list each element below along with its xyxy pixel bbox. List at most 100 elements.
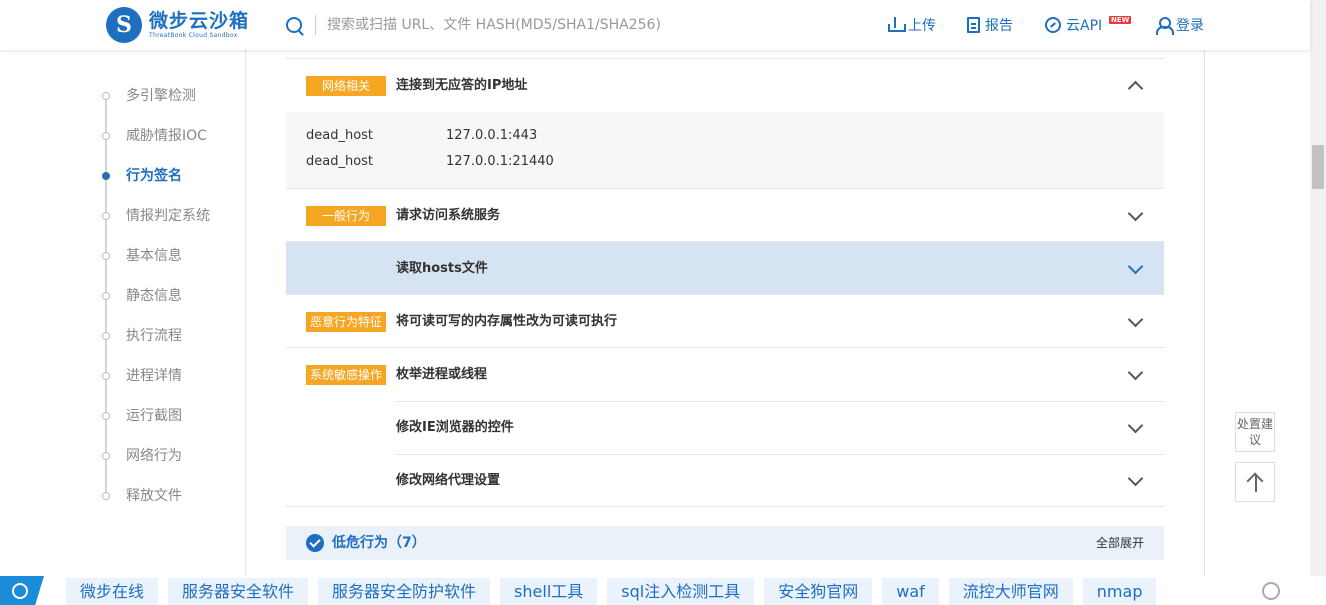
- signature-title: 请求访问系统服务: [396, 208, 501, 223]
- timeline-dot: [102, 252, 110, 260]
- login-link[interactable]: 登录: [1155, 15, 1204, 35]
- scrollbar-thumb[interactable]: [1312, 145, 1324, 189]
- logo-subtitle: ThreatBook Cloud Sandbox: [149, 32, 238, 39]
- report-label: 报告: [985, 18, 1013, 34]
- category-tag: 恶意行为特征: [306, 312, 386, 332]
- advice-button[interactable]: 处置建议: [1235, 412, 1275, 452]
- search-icon[interactable]: [0, 576, 44, 605]
- sidebar-item-intel-verdict[interactable]: 情报判定系统: [96, 196, 210, 236]
- low-risk-section-header[interactable]: 低危行为（7） 全部展开: [286, 526, 1164, 560]
- cloud-api-label: 云API: [1066, 18, 1103, 34]
- signature-row[interactable]: 修改网络代理设置: [286, 454, 1164, 507]
- ad-keyword[interactable]: 服务器安全防护软件: [318, 578, 491, 605]
- chevron-up-icon[interactable]: [1128, 78, 1142, 92]
- api-icon: [1045, 17, 1061, 33]
- sidebar-item-behavior-signature[interactable]: 行为签名: [96, 156, 210, 196]
- sidebar-nav: 多引擎检测 威胁情报IOC 行为签名 情报判定系统 基本信息 静态信息 执行流程…: [96, 76, 210, 516]
- detail-key: dead_host: [306, 128, 374, 143]
- timeline-dot: [102, 132, 110, 140]
- search-divider: [315, 15, 316, 35]
- sidebar-item-dropped-files[interactable]: 释放文件: [96, 476, 210, 516]
- sidebar-item-basic-info[interactable]: 基本信息: [96, 236, 210, 276]
- chevron-down-icon[interactable]: [1128, 314, 1142, 328]
- sidebar-item-threat-ioc[interactable]: 威胁情报IOC: [96, 116, 210, 156]
- ad-keyword[interactable]: 微步在线: [66, 578, 159, 605]
- check-circle-icon: [306, 534, 324, 552]
- category-tag: 网络相关: [306, 76, 386, 96]
- timeline-dot: [102, 412, 110, 420]
- ad-keyword[interactable]: 流控大师官网: [948, 578, 1073, 605]
- cloud-api-link[interactable]: 云API: [1045, 15, 1102, 35]
- signature-title: 将可读可写的内存属性改为可读可执行: [396, 314, 618, 329]
- ad-keyword[interactable]: sql注入检测工具: [607, 578, 755, 605]
- upload-link[interactable]: 上传: [887, 15, 936, 35]
- settings-icon[interactable]: [1262, 582, 1280, 600]
- timeline-dot: [102, 332, 110, 340]
- ad-keyword[interactable]: 安全狗官网: [764, 578, 873, 605]
- user-icon: [1155, 17, 1174, 35]
- new-badge: NEW: [1109, 16, 1132, 24]
- detail-row: dead_host 127.0.0.1:21440: [306, 149, 1144, 175]
- chevron-down-icon[interactable]: [1128, 473, 1142, 487]
- ad-keyword-list: 微步在线 服务器安全软件 服务器安全防护软件 shell工具 sql注入检测工具…: [66, 578, 1166, 605]
- signature-row[interactable]: 恶意行为特征 将可读可写的内存属性改为可读可执行: [286, 295, 1164, 348]
- behavior-signature-list: 网络相关 连接到无应答的IP地址 dead_host 127.0.0.1:443…: [286, 58, 1164, 507]
- ad-keyword[interactable]: waf: [882, 578, 939, 605]
- signature-row-hovered[interactable]: 读取hosts文件: [286, 242, 1164, 295]
- detail-value: 127.0.0.1:21440: [446, 154, 554, 169]
- logo-icon: S: [106, 7, 142, 43]
- upload-label: 上传: [908, 18, 936, 34]
- logo-title: 微步云沙箱: [149, 10, 250, 32]
- sidebar-divider: [245, 50, 246, 580]
- timeline-dot: [102, 492, 110, 500]
- scrollbar[interactable]: [1310, 0, 1326, 605]
- low-risk-label: 低危行为（7）: [332, 535, 426, 551]
- chevron-down-icon[interactable]: [1128, 420, 1142, 434]
- timeline-dot: [102, 452, 110, 460]
- ad-keyword[interactable]: nmap: [1082, 578, 1157, 605]
- chevron-down-icon[interactable]: [1128, 261, 1142, 275]
- category-tag: 系统敏感操作: [306, 365, 386, 385]
- timeline-dot-active: [102, 172, 110, 180]
- login-label: 登录: [1176, 18, 1204, 34]
- logo[interactable]: S 微步云沙箱 ThreatBook Cloud Sandbox: [106, 7, 249, 43]
- ad-keyword[interactable]: shell工具: [500, 578, 598, 605]
- bottom-ad-bar: 微步在线 服务器安全软件 服务器安全防护软件 shell工具 sql注入检测工具…: [0, 576, 1326, 605]
- signature-detail: dead_host 127.0.0.1:443 dead_host 127.0.…: [286, 112, 1164, 189]
- sidebar-item-exec-flow[interactable]: 执行流程: [96, 316, 210, 356]
- signature-row[interactable]: 一般行为 请求访问系统服务: [286, 189, 1164, 242]
- detail-row: dead_host 127.0.0.1:443: [306, 123, 1144, 149]
- chevron-down-icon[interactable]: [1128, 367, 1142, 381]
- back-to-top-button[interactable]: [1235, 462, 1275, 502]
- timeline-dot: [102, 92, 110, 100]
- signature-title: 修改IE浏览器的控件: [396, 420, 514, 435]
- signature-title: 修改网络代理设置: [396, 473, 501, 488]
- search-icon[interactable]: [286, 17, 302, 33]
- content-right-border: [1204, 50, 1205, 580]
- page: S 微步云沙箱 ThreatBook Cloud Sandbox 上传 报告 云…: [0, 0, 1326, 605]
- detail-key: dead_host: [306, 154, 374, 169]
- sidebar-item-network[interactable]: 网络行为: [96, 436, 210, 476]
- sidebar-item-static-info[interactable]: 静态信息: [96, 276, 210, 316]
- report-icon: [967, 17, 980, 33]
- search-input[interactable]: [327, 17, 767, 33]
- signature-row[interactable]: 修改IE浏览器的控件: [286, 401, 1164, 455]
- expand-all-button[interactable]: 全部展开: [1096, 526, 1144, 560]
- search-bar: [286, 12, 786, 38]
- timeline-dot: [102, 372, 110, 380]
- chevron-down-icon[interactable]: [1128, 208, 1142, 222]
- report-link[interactable]: 报告: [967, 15, 1013, 35]
- category-tag: 一般行为: [306, 206, 386, 226]
- sidebar-item-multi-engine[interactable]: 多引擎检测: [96, 76, 210, 116]
- sidebar-item-screenshots[interactable]: 运行截图: [96, 396, 210, 436]
- timeline-dot: [102, 292, 110, 300]
- sidebar-item-process-detail[interactable]: 进程详情: [96, 356, 210, 396]
- ad-keyword[interactable]: 服务器安全软件: [168, 578, 309, 605]
- signature-title: 读取hosts文件: [396, 261, 488, 276]
- timeline-dot: [102, 212, 110, 220]
- signature-title: 枚举进程或线程: [396, 367, 488, 382]
- detail-value: 127.0.0.1:443: [446, 128, 538, 143]
- signature-row[interactable]: 系统敏感操作 枚举进程或线程: [286, 348, 1164, 402]
- top-header: S 微步云沙箱 ThreatBook Cloud Sandbox 上传 报告 云…: [0, 0, 1310, 50]
- signature-row[interactable]: 网络相关 连接到无应答的IP地址: [286, 59, 1164, 112]
